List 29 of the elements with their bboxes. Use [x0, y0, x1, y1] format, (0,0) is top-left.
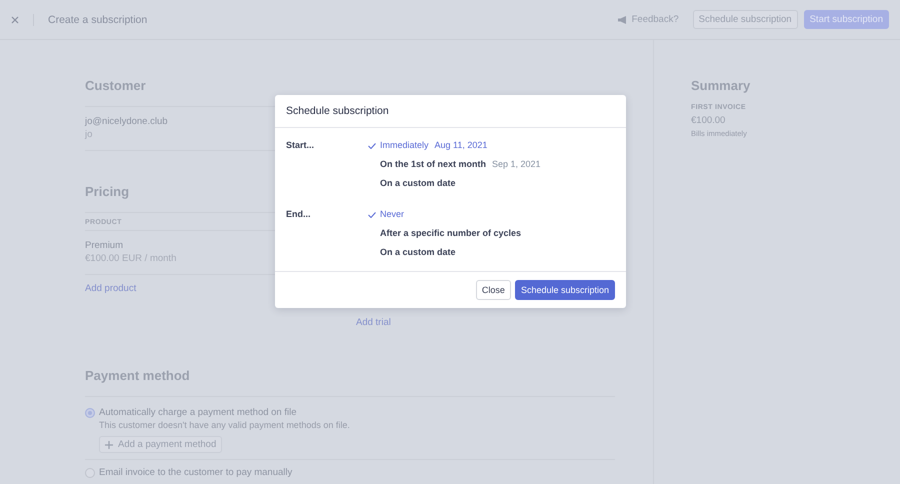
- section-heading: Payment method: [85, 368, 190, 385]
- section-heading: Pricing: [85, 184, 130, 201]
- megaphone-icon: [616, 14, 628, 24]
- option-label: Email invoice to the customer to pay manually: [99, 467, 292, 479]
- page-title: Create a subscription: [48, 14, 148, 26]
- check-icon: [368, 142, 376, 148]
- field-label: Start...: [286, 139, 316, 152]
- option-item[interactable]: On a custom date: [368, 246, 522, 259]
- check-icon: [368, 212, 376, 218]
- option-item[interactable]: On a custom date: [368, 177, 541, 190]
- option-label: Automatically charge a payment method on file: [99, 407, 296, 419]
- option-description: This customer doesn't have any valid payment methods on file.: [99, 419, 350, 431]
- customer-email: jo@nicelydone.club: [85, 116, 168, 128]
- option-date: Aug 11, 2021: [434, 139, 488, 152]
- close-button[interactable]: Close: [476, 280, 511, 300]
- close-icon[interactable]: [11, 16, 19, 24]
- option-item[interactable]: After a specific number of cycles: [368, 227, 522, 240]
- radio-button[interactable]: [85, 468, 95, 478]
- section-heading: Customer: [85, 78, 146, 95]
- option-date: Sep 1, 2021: [492, 158, 541, 171]
- plus-icon: [105, 440, 113, 448]
- dialog-title: Schedule subscription: [286, 105, 390, 117]
- option-item[interactable]: On the 1st of next month Sep 1, 2021: [368, 158, 541, 171]
- section-heading: Summary: [691, 78, 750, 95]
- radio-button[interactable]: [85, 408, 95, 418]
- summary-amount: €100.00: [691, 115, 726, 126]
- schedule-subscription-button[interactable]: Schedule subscription: [514, 280, 615, 300]
- product-name: Premium: [85, 240, 124, 252]
- option-item[interactable]: Immediately Aug 11, 2021: [368, 139, 541, 152]
